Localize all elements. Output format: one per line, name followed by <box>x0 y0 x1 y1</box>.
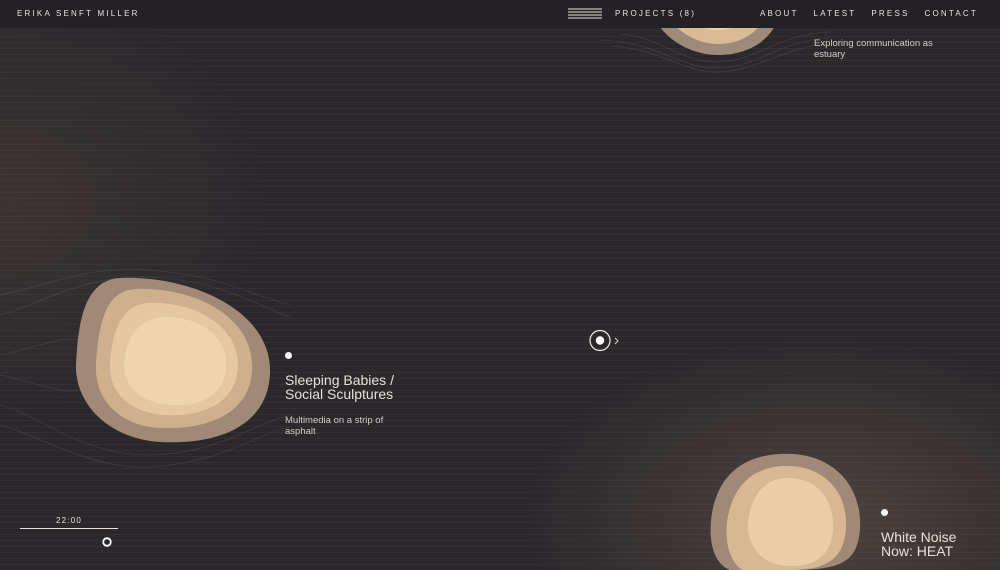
project-marker-dot <box>881 509 888 516</box>
menu-icon[interactable] <box>568 8 602 19</box>
nav-press[interactable]: PRESS <box>871 9 909 18</box>
nav-about[interactable]: ABOUT <box>760 9 799 18</box>
project-blob-sleeping-babies[interactable] <box>0 255 290 475</box>
project-blob-white-noise[interactable] <box>700 448 870 570</box>
main-nav: ABOUT LATEST PRESS CONTACT <box>760 9 978 18</box>
project-marker-dot <box>285 352 292 359</box>
cursor-circle-icon[interactable] <box>589 329 629 353</box>
project-title[interactable]: Sleeping Babies / Social Sculptures <box>285 373 410 401</box>
timer-knob-icon[interactable] <box>102 537 112 547</box>
nav-latest[interactable]: LATEST <box>814 9 857 18</box>
timer-track <box>20 528 118 529</box>
projects-link[interactable]: PROJECTS (8) <box>615 9 696 18</box>
project-title[interactable]: White Noise Now: HEAT <box>881 530 981 558</box>
timer-value: 22:00 <box>56 516 83 525</box>
nav-contact[interactable]: CONTACT <box>925 9 978 18</box>
project-description: Multimedia on a strip of asphalt <box>285 415 384 437</box>
site-logo[interactable]: ERIKA SENFT MILLER <box>17 9 140 18</box>
project-description: Exploring communication as estuary <box>814 38 933 60</box>
